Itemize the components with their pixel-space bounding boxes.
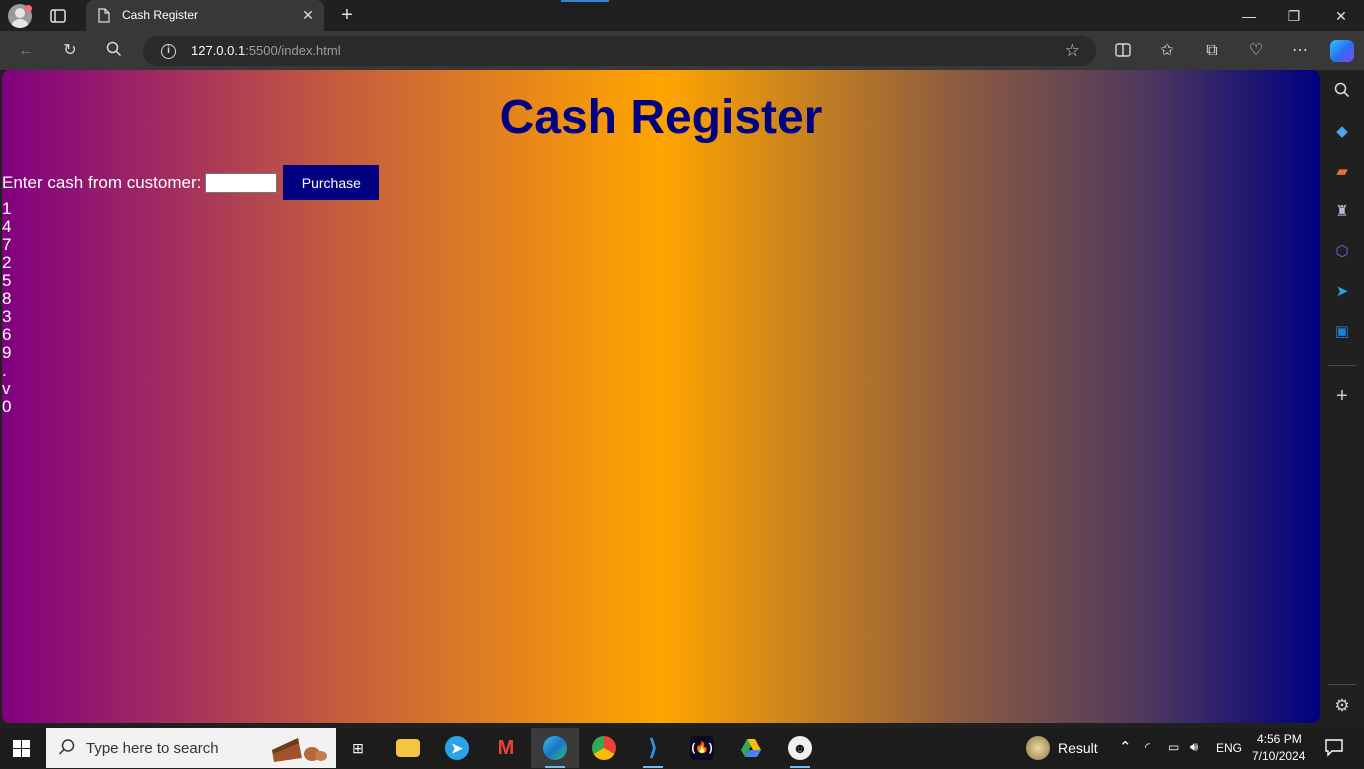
- key-decimal[interactable]: .: [2, 362, 11, 380]
- sidebar-divider-bottom: [1328, 684, 1356, 685]
- favorite-star-icon[interactable]: ☆: [1065, 41, 1080, 61]
- key-7[interactable]: 7: [2, 236, 11, 254]
- chrome-icon[interactable]: [580, 728, 628, 768]
- tab-close-icon[interactable]: ✕: [300, 7, 316, 23]
- battery-icon[interactable]: ▭: [1168, 740, 1179, 754]
- task-view-icon[interactable]: ⊞: [334, 728, 382, 768]
- google-drive-icon[interactable]: [727, 728, 775, 768]
- telegram-send-icon[interactable]: ➤: [1332, 282, 1352, 302]
- vscode-icon[interactable]: ⟩: [629, 728, 677, 768]
- windows-taskbar: Type here to search ⊞ ➤ M ⟩ (🔥) ☻ Result…: [0, 728, 1364, 768]
- windows-start-icon[interactable]: [13, 740, 30, 757]
- minimize-icon[interactable]: —: [1239, 6, 1259, 26]
- clock-date[interactable]: 7/10/2024: [1252, 749, 1305, 763]
- back-arrow-icon[interactable]: ←: [16, 41, 36, 61]
- url-text[interactable]: 127.0.0.1:5500/index.html: [191, 43, 341, 58]
- chatbot-app-icon[interactable]: ☻: [776, 728, 824, 768]
- key-2[interactable]: 2: [2, 254, 11, 272]
- key-4[interactable]: 4: [2, 218, 11, 236]
- sidebar-add-icon[interactable]: +: [1332, 386, 1352, 406]
- restore-icon[interactable]: ❐: [1284, 6, 1304, 26]
- tab-actions-icon[interactable]: [48, 6, 68, 26]
- games-icon[interactable]: ♜: [1332, 202, 1352, 222]
- tab-title: Cash Register: [122, 8, 199, 22]
- taskbar-search-box[interactable]: Type here to search: [46, 728, 336, 768]
- copilot-sidebar-icon[interactable]: ⬡: [1332, 242, 1352, 262]
- purchase-button[interactable]: Purchase: [283, 165, 380, 200]
- address-bar[interactable]: i 127.0.0.1:5500/index.html ☆: [143, 36, 1096, 66]
- outlook-icon[interactable]: ▣: [1332, 322, 1352, 342]
- edge-sidebar: ◆ ▰ ♜ ⬡ ➤ ▣ + ⚙: [1320, 70, 1364, 723]
- settings-gear-icon[interactable]: ⚙: [1332, 696, 1352, 716]
- taskbar-search-icon: [58, 738, 78, 758]
- refresh-icon[interactable]: ↻: [60, 41, 80, 61]
- more-menu-icon[interactable]: ⋯: [1290, 41, 1310, 61]
- collections-icon[interactable]: ⧉: [1202, 41, 1222, 61]
- taskbar-search-placeholder: Type here to search: [86, 740, 219, 757]
- volume-icon[interactable]: 🔊︎: [1190, 739, 1198, 755]
- tools-briefcase-icon[interactable]: ▰: [1332, 162, 1352, 182]
- browser-titlebar: Cash Register ✕ + — ❐ ✕: [0, 0, 1364, 31]
- close-window-icon[interactable]: ✕: [1331, 6, 1351, 26]
- weather-widget[interactable]: Result: [1022, 728, 1112, 768]
- freecodecamp-icon[interactable]: (🔥): [678, 728, 726, 768]
- shopping-tag-icon[interactable]: ◆: [1332, 122, 1352, 142]
- copilot-icon[interactable]: [1330, 40, 1354, 62]
- page-icon: [98, 8, 110, 23]
- sidebar-divider: [1328, 365, 1356, 366]
- site-info-icon[interactable]: i: [161, 44, 176, 59]
- new-tab-icon[interactable]: +: [337, 5, 357, 25]
- performance-icon[interactable]: ♡: [1246, 41, 1266, 61]
- tray-overflow-chevron-icon[interactable]: ⌃: [1119, 738, 1132, 756]
- telegram-icon[interactable]: ➤: [433, 728, 481, 768]
- sidebar-search-icon[interactable]: [1332, 82, 1352, 102]
- cash-input[interactable]: [205, 172, 278, 193]
- keypad-list: 1 4 7 2 5 8 3 6 9 . v 0: [2, 200, 11, 416]
- tab-cash-register[interactable]: Cash Register ✕: [86, 0, 324, 31]
- cake-illustration-icon: [268, 732, 328, 764]
- key-5[interactable]: 5: [2, 272, 11, 290]
- notification-center-icon[interactable]: [1310, 728, 1354, 768]
- window-accent-line: [561, 0, 609, 2]
- gmail-icon[interactable]: M: [482, 728, 530, 768]
- key-0[interactable]: 0: [2, 398, 11, 416]
- key-v[interactable]: v: [2, 380, 11, 398]
- split-screen-icon[interactable]: [1113, 41, 1133, 61]
- cash-entry-row: Enter cash from customer: Purchase: [2, 165, 380, 200]
- favorites-icon[interactable]: ✩: [1157, 41, 1177, 61]
- page-title: Cash Register: [499, 91, 823, 144]
- key-1[interactable]: 1: [2, 200, 11, 218]
- language-indicator[interactable]: ENG: [1216, 741, 1242, 755]
- key-9[interactable]: 9: [2, 344, 11, 362]
- cash-label: Enter cash from customer:: [2, 172, 202, 192]
- profile-badge-icon: [25, 5, 32, 12]
- search-icon[interactable]: [104, 41, 124, 61]
- key-3[interactable]: 3: [2, 308, 11, 326]
- key-6[interactable]: 6: [2, 326, 11, 344]
- page-viewport: Cash Register Enter cash from customer: …: [2, 70, 1320, 723]
- browser-toolbar: ← ↻ i 127.0.0.1:5500/index.html ☆ ✩ ⧉ ♡ …: [0, 31, 1364, 70]
- network-icon[interactable]: ◜: [1145, 740, 1150, 754]
- clock-time[interactable]: 4:56 PM: [1257, 732, 1302, 746]
- edge-browser-icon[interactable]: [531, 728, 579, 768]
- weather-label: Result: [1058, 740, 1098, 756]
- key-8[interactable]: 8: [2, 290, 11, 308]
- file-explorer-icon[interactable]: [384, 728, 432, 768]
